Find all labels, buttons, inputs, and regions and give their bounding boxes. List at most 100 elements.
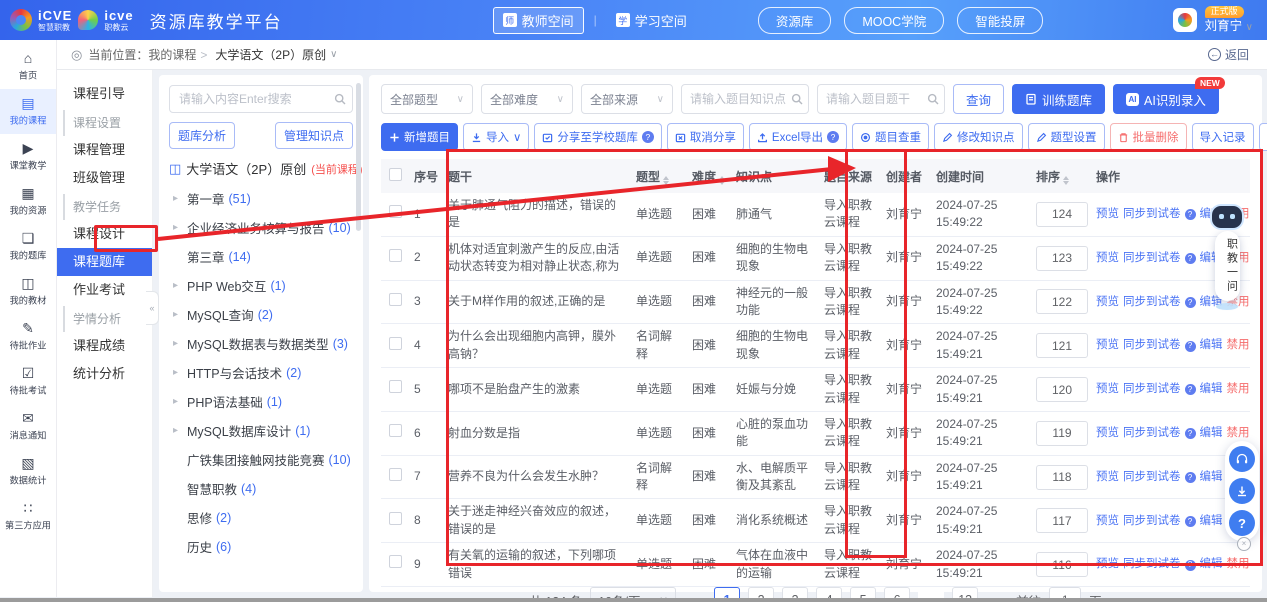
tree-node[interactable]: ▸企业经济业务核算与报告(10) — [169, 213, 353, 242]
preview-link[interactable]: 预览 — [1096, 296, 1119, 308]
row-checkbox[interactable] — [389, 205, 402, 218]
user-menu[interactable]: 刘育宁 ∨ — [1205, 20, 1253, 34]
back-button[interactable]: ← 返回 — [1208, 46, 1249, 63]
breadcrumb-parent[interactable]: 我的课程 — [148, 46, 196, 63]
tree-node[interactable]: 广铁集团接触网技能竞赛(10) — [169, 445, 353, 474]
sync-to-paper-link[interactable]: 同步到试卷 — [1123, 383, 1181, 395]
tree-node[interactable]: ▸PHP Web交互(1) — [169, 271, 353, 300]
preview-link[interactable]: 预览 — [1096, 383, 1119, 395]
edit-link[interactable]: 编辑 — [1200, 515, 1223, 527]
sort-order-input[interactable] — [1036, 202, 1088, 227]
add-question-button[interactable]: 新增题目 — [381, 123, 458, 151]
customer-service-button[interactable] — [1229, 446, 1255, 472]
preview-link[interactable]: 预览 — [1096, 252, 1119, 264]
sort-order-input[interactable] — [1036, 333, 1088, 358]
disable-link[interactable]: 禁用 — [1227, 383, 1250, 395]
help-icon[interactable]: ? — [1185, 297, 1196, 308]
row-checkbox[interactable] — [389, 380, 402, 393]
sort-order-input[interactable] — [1036, 508, 1088, 533]
disable-link[interactable]: 禁用 — [1227, 427, 1250, 439]
submenu-course-guide[interactable]: 课程引导 — [57, 80, 152, 108]
sort-icon[interactable] — [1063, 176, 1069, 185]
row-checkbox[interactable] — [389, 468, 402, 481]
assistant-widget[interactable]: 职教一问 — [1211, 206, 1243, 310]
rail-item-classroom-teaching[interactable]: ▶ 课堂教学 — [0, 134, 56, 179]
sort-order-input[interactable] — [1036, 552, 1088, 577]
edit-link[interactable]: 编辑 — [1200, 558, 1223, 570]
sync-to-paper-link[interactable]: 同步到试卷 — [1123, 296, 1181, 308]
rail-item-home[interactable]: ⌂ 首页 — [0, 44, 56, 89]
tree-root-course[interactable]: ◫ 大学语文（2P）原创 (当前课程) — [169, 159, 353, 178]
sync-to-paper-link[interactable]: 同步到试卷 — [1123, 427, 1181, 439]
preview-link[interactable]: 预览 — [1096, 471, 1119, 483]
how-to-upload-button[interactable]: 如何上传题库? — [1259, 123, 1267, 151]
column-header-difficulty[interactable]: 难度 — [687, 159, 731, 193]
link-smart-cast[interactable]: 智能投屏 — [957, 7, 1043, 34]
submenu-class-manage[interactable]: 班级管理 — [57, 164, 152, 192]
rail-item-third-party-apps[interactable]: ∷ 第三方应用 — [0, 494, 56, 539]
row-checkbox[interactable] — [389, 293, 402, 306]
column-header-sort[interactable]: 排序 — [1031, 159, 1091, 193]
collapse-toolbar-icon[interactable]: × — [1237, 537, 1251, 551]
source-select[interactable]: 全部来源∨ — [581, 84, 673, 114]
rail-item-pending-homework[interactable]: ✎ 待批作业 — [0, 314, 56, 359]
help-icon[interactable]: ? — [1185, 560, 1196, 571]
row-checkbox[interactable] — [389, 249, 402, 262]
sync-to-paper-link[interactable]: 同步到试卷 — [1123, 558, 1181, 570]
manage-knowledge-button[interactable]: 管理知识点 — [275, 122, 353, 149]
help-icon[interactable]: ? — [1185, 253, 1196, 264]
question-type-settings-button[interactable]: 题型设置 — [1028, 123, 1105, 151]
bank-analysis-button[interactable]: 题库分析 — [169, 122, 235, 149]
assistant-label[interactable]: 职教一问 — [1215, 231, 1240, 301]
tree-search-input[interactable] — [169, 85, 353, 113]
preview-link[interactable]: 预览 — [1096, 208, 1119, 220]
import-button[interactable]: 导入 ∨ — [463, 123, 529, 151]
help-icon[interactable]: ? — [1185, 384, 1196, 395]
sort-order-input[interactable] — [1036, 246, 1088, 271]
disable-link[interactable]: 禁用 — [1227, 339, 1250, 351]
nav-learning-space[interactable]: 学 学习空间 — [607, 8, 696, 33]
tree-node[interactable]: ▸MySQL数据表与数据类型(3) — [169, 329, 353, 358]
help-icon[interactable]: ? — [1185, 472, 1196, 483]
sync-to-paper-link[interactable]: 同步到试卷 — [1123, 208, 1181, 220]
download-center-button[interactable] — [1229, 478, 1255, 504]
tree-node[interactable]: ▸MySQL查询(2) — [169, 300, 353, 329]
rail-item-my-resources[interactable]: ▦ 我的资源 — [0, 179, 56, 224]
share-to-school-button[interactable]: 分享至学校题库 ? — [534, 123, 662, 151]
tree-node[interactable]: 思修(2) — [169, 503, 353, 532]
difficulty-select[interactable]: 全部难度∨ — [481, 84, 573, 114]
edit-link[interactable]: 编辑 — [1200, 383, 1223, 395]
tree-scrollbar[interactable] — [356, 83, 361, 231]
duplicate-check-button[interactable]: 题目查重 — [852, 123, 929, 151]
rail-item-my-textbooks[interactable]: ◫ 我的教材 — [0, 269, 56, 314]
tree-node[interactable]: 智慧职教(4) — [169, 474, 353, 503]
tree-node[interactable]: ▸HTTP与会话技术(2) — [169, 358, 353, 387]
edit-knowledge-button[interactable]: 修改知识点 — [934, 123, 1023, 151]
row-checkbox[interactable] — [389, 424, 402, 437]
preview-link[interactable]: 预览 — [1096, 515, 1119, 527]
select-all-checkbox[interactable] — [389, 168, 402, 181]
submenu-course-scores[interactable]: 课程成绩 — [57, 332, 152, 360]
sort-order-input[interactable] — [1036, 465, 1088, 490]
tree-node[interactable]: ▸PHP语法基础(1) — [169, 387, 353, 416]
row-checkbox[interactable] — [389, 512, 402, 525]
help-icon[interactable]: ? — [827, 131, 839, 143]
submenu-course-manage[interactable]: 课程管理 — [57, 136, 152, 164]
help-icon[interactable]: ? — [1185, 209, 1196, 220]
sort-order-input[interactable] — [1036, 421, 1088, 446]
sort-order-input[interactable] — [1036, 377, 1088, 402]
help-icon[interactable]: ? — [1185, 341, 1196, 352]
rail-item-data-statistics[interactable]: ▧ 数据统计 — [0, 449, 56, 494]
row-checkbox[interactable] — [389, 555, 402, 568]
training-bank-button[interactable]: 训练题库 — [1012, 84, 1105, 114]
preview-link[interactable]: 预览 — [1096, 427, 1119, 439]
row-checkbox[interactable] — [389, 337, 402, 350]
breadcrumb-current-course[interactable]: 大学语文（2P）原创 — [215, 46, 326, 63]
tree-node[interactable]: 历史(6) — [169, 532, 353, 561]
tree-node[interactable]: 第三章(14) — [169, 242, 353, 271]
link-resource-library[interactable]: 资源库 — [758, 7, 832, 34]
rail-item-my-courses[interactable]: ▤ 我的课程 — [0, 89, 56, 134]
edit-link[interactable]: 编辑 — [1200, 427, 1223, 439]
collapse-panel-handle[interactable]: « — [146, 291, 159, 325]
help-icon[interactable]: ? — [642, 131, 654, 143]
